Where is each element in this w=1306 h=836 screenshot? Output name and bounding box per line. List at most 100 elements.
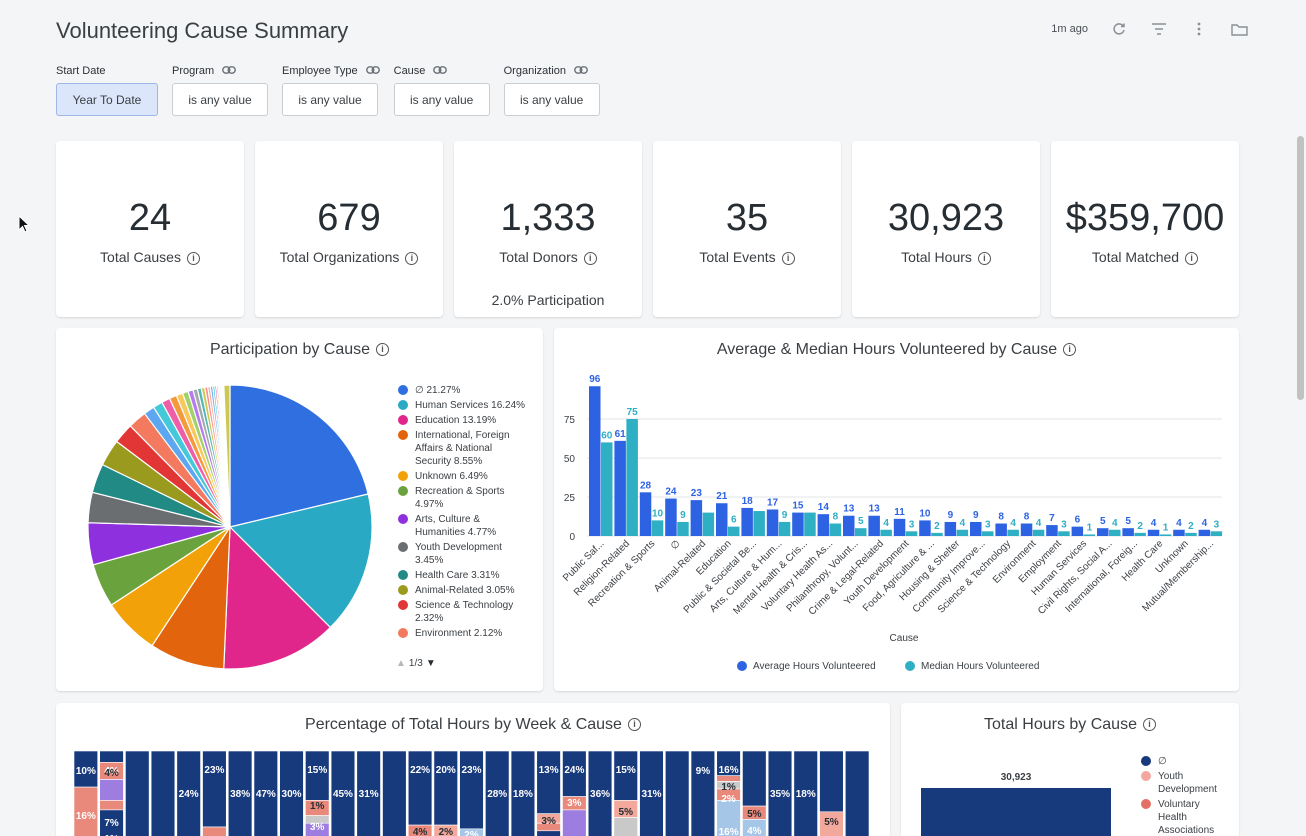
info-icon[interactable]: i xyxy=(977,251,991,265)
legend-item[interactable]: Voluntary Health Associations xyxy=(1141,798,1231,836)
kpi-total-matched[interactable]: $359,700 Total Matched i xyxy=(1051,141,1239,317)
bar-median[interactable] xyxy=(1109,529,1121,536)
stacked-segment[interactable] xyxy=(665,750,690,836)
info-icon[interactable]: i xyxy=(583,251,597,265)
bar-average[interactable] xyxy=(589,386,601,536)
bar-average[interactable] xyxy=(665,498,677,536)
link-icon[interactable] xyxy=(433,65,448,77)
stacked-segment[interactable] xyxy=(536,830,561,836)
bar-median[interactable] xyxy=(626,419,638,536)
bar-median[interactable] xyxy=(651,520,664,536)
bar-average[interactable] xyxy=(1147,529,1160,536)
stacked-segment[interactable] xyxy=(382,750,407,836)
legend-label[interactable]: Median Hours Volunteered xyxy=(921,661,1039,672)
bar-average[interactable] xyxy=(995,523,1007,536)
more-vert-icon[interactable] xyxy=(1190,20,1208,38)
legend-item[interactable]: Unknown 6.49% xyxy=(398,470,528,483)
bar-median[interactable] xyxy=(982,531,994,536)
kpi-total-hours[interactable]: 30,923 Total Hours i xyxy=(852,141,1040,317)
bar-median[interactable] xyxy=(1032,529,1045,536)
stacked-segment[interactable] xyxy=(690,750,716,836)
bar-average[interactable] xyxy=(1020,523,1033,536)
stacked-segment[interactable] xyxy=(613,817,638,836)
bar-median[interactable] xyxy=(1058,531,1070,536)
weekly-stacked-chart[interactable]: 10% 4% 24% 23% 38% 47% 30% 15% 45% 31% 22% 20% 23% 28… xyxy=(56,703,890,836)
folder-icon[interactable] xyxy=(1230,20,1248,38)
filter-cause-button[interactable]: is any value xyxy=(393,83,490,116)
stacked-segment[interactable] xyxy=(459,750,484,830)
kpi-total-organizations[interactable]: 679 Total Organizations i xyxy=(255,141,443,317)
bar-average[interactable] xyxy=(792,512,804,536)
legend-item[interactable]: Youth Development xyxy=(1141,770,1231,796)
stacked-segment[interactable] xyxy=(202,826,227,836)
stacked-segment[interactable] xyxy=(150,750,176,836)
bar-average[interactable] xyxy=(766,509,779,536)
stacked-segment[interactable] xyxy=(716,775,741,782)
stacked-segment[interactable] xyxy=(819,750,844,813)
legend-item[interactable]: ∅ 21.27% xyxy=(398,384,528,397)
bar-average[interactable] xyxy=(1097,528,1109,536)
pager-up-icon[interactable]: ▲ xyxy=(396,658,406,669)
bar-chart[interactable]: 02550759660Public Saf...6175Religion-Rel… xyxy=(554,328,1239,691)
kpi-total-donors[interactable]: 1,333 Total Donors i 2.0% Participation xyxy=(454,141,642,317)
legend-item[interactable]: ∅ xyxy=(1141,755,1231,768)
bar-median[interactable] xyxy=(1007,529,1019,536)
avg-median-hours-card[interactable]: Average & Median Hours Volunteered by Ca… xyxy=(554,328,1239,691)
bar-average[interactable] xyxy=(741,507,753,536)
bar-average[interactable] xyxy=(1046,525,1058,536)
legend-item[interactable]: Recreation & Sports 4.97% xyxy=(398,485,528,511)
legend-item[interactable]: Environment 2.12% xyxy=(398,627,528,640)
stacked-segment[interactable] xyxy=(562,809,587,836)
bar-average[interactable] xyxy=(1173,529,1185,536)
filter-program-button[interactable]: is any value xyxy=(172,83,268,116)
bar-median[interactable] xyxy=(956,529,969,536)
legend-item[interactable]: International, Foreign Affairs & Nationa… xyxy=(398,429,528,468)
filter-employee-type-button[interactable]: is any value xyxy=(282,83,378,116)
bar-median[interactable] xyxy=(905,531,918,536)
stacked-segment[interactable] xyxy=(536,750,561,815)
bar-median[interactable] xyxy=(677,521,689,536)
legend-item[interactable]: Human Services 16.24% xyxy=(398,399,528,412)
legend-item[interactable]: Science & Technology 2.32% xyxy=(398,599,528,625)
stacked-segment[interactable] xyxy=(844,750,870,836)
weekly-hours-card[interactable]: Percentage of Total Hours by Week & Caus… xyxy=(56,703,890,836)
filter-start-date-button[interactable]: Year To Date xyxy=(56,83,158,116)
link-icon[interactable] xyxy=(222,65,237,77)
bar-median[interactable] xyxy=(931,532,943,536)
pager-down-icon[interactable]: ▼ xyxy=(426,658,436,669)
bar-average[interactable] xyxy=(919,520,931,536)
bar-average[interactable] xyxy=(843,515,855,536)
info-icon[interactable]: i xyxy=(186,251,200,265)
legend-item[interactable]: Education 13.19% xyxy=(398,414,528,427)
stacked-segment[interactable] xyxy=(99,779,124,801)
bar-average[interactable] xyxy=(1122,528,1134,536)
bar-average[interactable] xyxy=(614,440,626,536)
bar-median[interactable] xyxy=(855,528,867,536)
bar-average[interactable] xyxy=(817,514,830,536)
bar-average[interactable] xyxy=(970,521,982,536)
bar-median[interactable] xyxy=(1185,532,1197,536)
total-hours-by-cause-card[interactable]: Total Hours by Cause i 30,923 ∅ Youth Deve… xyxy=(901,703,1239,836)
stacked-segment[interactable] xyxy=(125,750,150,836)
bar-median[interactable] xyxy=(1083,534,1096,536)
link-icon[interactable] xyxy=(365,65,380,77)
legend-item[interactable]: Youth Development 3.45% xyxy=(398,541,528,567)
bar-average[interactable] xyxy=(639,492,652,536)
legend-label[interactable]: Average Hours Volunteered xyxy=(753,661,876,672)
bar-average[interactable] xyxy=(690,500,703,536)
stacked-segment[interactable] xyxy=(99,750,124,763)
bar-median[interactable] xyxy=(601,442,613,536)
info-icon[interactable]: i xyxy=(781,251,795,265)
bar-average[interactable] xyxy=(1198,529,1211,536)
participation-by-cause-card[interactable]: Participation by Cause i ∅ 21.27% Human Se… xyxy=(56,328,543,691)
bar-average[interactable] xyxy=(1071,526,1084,536)
legend-item[interactable]: Health Care 3.31% xyxy=(398,569,528,582)
stacked-segment[interactable] xyxy=(407,750,433,826)
bar-median[interactable] xyxy=(804,512,816,536)
legend-item[interactable]: Arts, Culture & Humanities 4.77% xyxy=(398,513,528,539)
bar-median[interactable] xyxy=(778,521,791,536)
info-icon[interactable]: i xyxy=(405,251,419,265)
page-scrollbar[interactable] xyxy=(1297,136,1304,400)
bar-median[interactable] xyxy=(728,526,740,536)
refresh-icon[interactable] xyxy=(1110,20,1128,38)
